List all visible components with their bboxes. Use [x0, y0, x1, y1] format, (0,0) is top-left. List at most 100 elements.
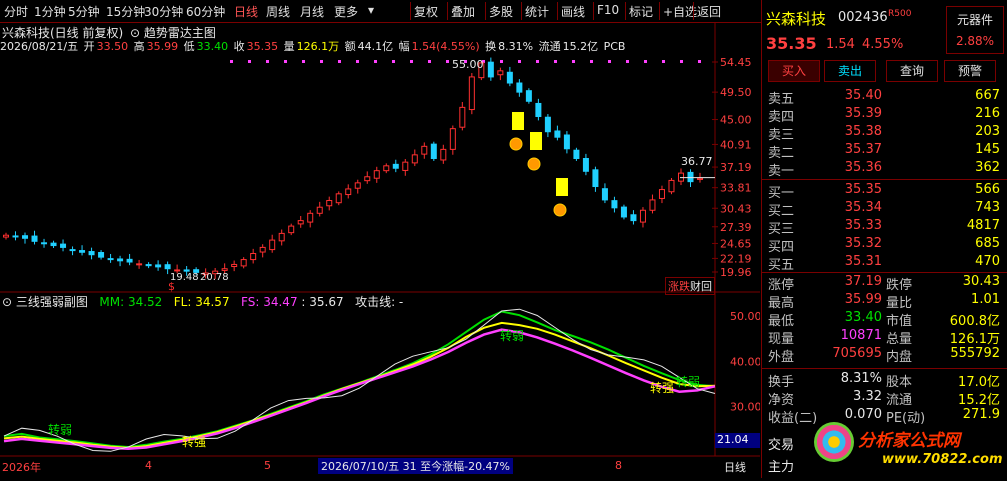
chart-svg: 54.45 49.50 45.00 40.91 37.19 33.81 30.43 27.39…: [0, 22, 762, 457]
stock-code: 002436: [838, 10, 888, 25]
candle-body: [60, 243, 67, 248]
corner-btn-zhangdie[interactable]: 涨跌: [668, 280, 690, 293]
bid-row[interactable]: 买五 35.31 470: [762, 254, 1007, 274]
candle-body: [69, 249, 76, 252]
bid-row[interactable]: 买一 35.35 566: [762, 182, 1007, 202]
stat-label: 最高: [768, 296, 795, 311]
period-tab-3[interactable]: 15分钟: [106, 3, 145, 20]
period-tab-8[interactable]: 月线: [300, 3, 324, 20]
sub-y-tick-label: 30.00: [730, 401, 760, 414]
site-logo: 分析家公式网 www.70822.com: [810, 420, 1006, 476]
ask-row[interactable]: 卖三 35.38 203: [762, 124, 1007, 144]
sector-tag: 元器件: [956, 13, 993, 27]
main-y-tick-label: 54.45: [720, 56, 752, 69]
period-tab-0[interactable]: 分时: [4, 3, 28, 20]
main-indicator-name[interactable]: ⊙ 趋势雷达主图: [130, 24, 216, 41]
period-tab-4[interactable]: 30分钟: [144, 3, 183, 20]
logo-url: www.70822.com: [882, 452, 1003, 467]
info-close-label: 收: [233, 40, 245, 53]
toolbar-action-7[interactable]: +自选: [663, 3, 697, 20]
stat-value-2: 15.2亿: [958, 393, 1000, 408]
toolbar-action-4[interactable]: 画线: [561, 3, 585, 20]
ask-price: 35.38: [844, 124, 882, 139]
info-open-label: 开: [83, 40, 95, 53]
stat-label-2: 量比: [886, 296, 913, 311]
series-line-fl: [3, 321, 716, 449]
candle-body: [107, 258, 114, 261]
quote-panel: 兴森科技 002436 R500 元器件 2.88% 35.35 1.54 4.…: [761, 0, 1007, 478]
ask-volume: 203: [975, 124, 1000, 139]
candle-body: [364, 176, 371, 182]
stat-value: 37.19: [844, 274, 882, 289]
corner-btn-hui[interactable]: 回: [701, 280, 712, 293]
footer-main-force[interactable]: 主力: [768, 456, 794, 475]
info-amount: 44.1亿: [357, 40, 394, 53]
bid-row[interactable]: 买二 35.34 743: [762, 200, 1007, 220]
candle-body: [535, 102, 542, 117]
chart-area: 54.45 49.50 45.00 40.91 37.19 33.81 30.43 27.39…: [0, 22, 762, 478]
extra-value: : 35.67: [301, 295, 344, 309]
buy-button[interactable]: 买入: [768, 60, 820, 82]
top-dot-marker: [626, 60, 629, 63]
info-turnover: 8.31%: [498, 40, 534, 53]
candle-body: [183, 269, 190, 272]
ask-row[interactable]: 卖二 35.37 145: [762, 142, 1007, 162]
top-dot-marker: [662, 60, 665, 63]
corner-btn-cai[interactable]: 财: [690, 280, 701, 293]
warning-icon: [553, 203, 567, 217]
bottom-axis: 2026年 4 5 2026/07/10/五 31 至今涨幅-20.47% 8 …: [0, 458, 760, 478]
stock-name: 兴森科技: [766, 10, 827, 28]
stat-value-2: 17.0亿: [958, 375, 1000, 390]
ask-row[interactable]: 卖一 35.36 362: [762, 160, 1007, 180]
toolbar-action-8[interactable]: 返回: [697, 3, 721, 20]
bid-row[interactable]: 买四 35.32 685: [762, 236, 1007, 256]
stat-label: 换手: [768, 375, 795, 390]
toolbar-action-3[interactable]: 统计: [525, 3, 549, 20]
candles: [3, 57, 703, 280]
bid-row[interactable]: 买三 35.33 4817: [762, 218, 1007, 238]
top-dot-marker: [644, 60, 647, 63]
sub-indicator-dropdown-icon[interactable]: ⊙: [2, 295, 12, 309]
toolbar-action-0[interactable]: 复权: [414, 3, 438, 20]
sector-tag-box[interactable]: 元器件 2.88%: [946, 6, 1004, 54]
candle-body: [563, 134, 570, 150]
info-turnover-label: 换: [485, 40, 497, 53]
ask-label: 卖三: [768, 128, 795, 143]
ask-row[interactable]: 卖四 35.39 216: [762, 106, 1007, 126]
toolbar-action-5[interactable]: F10: [597, 3, 619, 17]
period-tab-9[interactable]: 更多: [334, 3, 358, 20]
query-button[interactable]: 查询: [886, 60, 938, 82]
candle-body: [250, 252, 257, 261]
top-dot-marker: [374, 60, 377, 63]
main-y-tick-label: 19.96: [720, 266, 752, 279]
ask-row[interactable]: 卖五 35.40 667: [762, 88, 1007, 108]
period-tab-2[interactable]: 5分钟: [68, 3, 100, 20]
info-vol: 126.1万: [296, 40, 340, 53]
more-dropdown-icon[interactable]: ▾: [368, 3, 374, 17]
alert-button[interactable]: 预警: [944, 60, 996, 82]
toolbar-action-1[interactable]: 叠加: [451, 3, 475, 20]
top-dot-marker: [428, 60, 431, 63]
footer-trade[interactable]: 交易: [768, 434, 794, 453]
period-tab-5[interactable]: 60分钟: [186, 3, 225, 20]
period-tab-6[interactable]: 日线: [234, 3, 258, 20]
period-tab-7[interactable]: 周线: [266, 3, 290, 20]
mm-value: 34.52: [127, 295, 163, 309]
candle-body: [421, 145, 428, 155]
candle-body: [459, 106, 466, 128]
toolbar-action-2[interactable]: 多股: [489, 3, 513, 20]
sub-chart-title[interactable]: 三线强弱副图: [16, 295, 88, 309]
candle-body: [155, 264, 162, 268]
candle-body: [554, 130, 561, 138]
toolbar-separator: [485, 2, 486, 20]
candle-body: [649, 199, 656, 211]
top-dot-marker: [230, 60, 233, 63]
sell-button[interactable]: 卖出: [824, 60, 876, 82]
period-tab-1[interactable]: 1分钟: [34, 3, 66, 20]
toolbar-action-6[interactable]: 标记: [629, 3, 653, 20]
stat-label: 最低: [768, 314, 795, 329]
info-vol-label: 量: [283, 40, 295, 53]
stat-value: 33.40: [844, 310, 882, 325]
axis-period[interactable]: 日线: [724, 459, 746, 475]
sector-tag-pct: 2.88%: [955, 34, 995, 48]
